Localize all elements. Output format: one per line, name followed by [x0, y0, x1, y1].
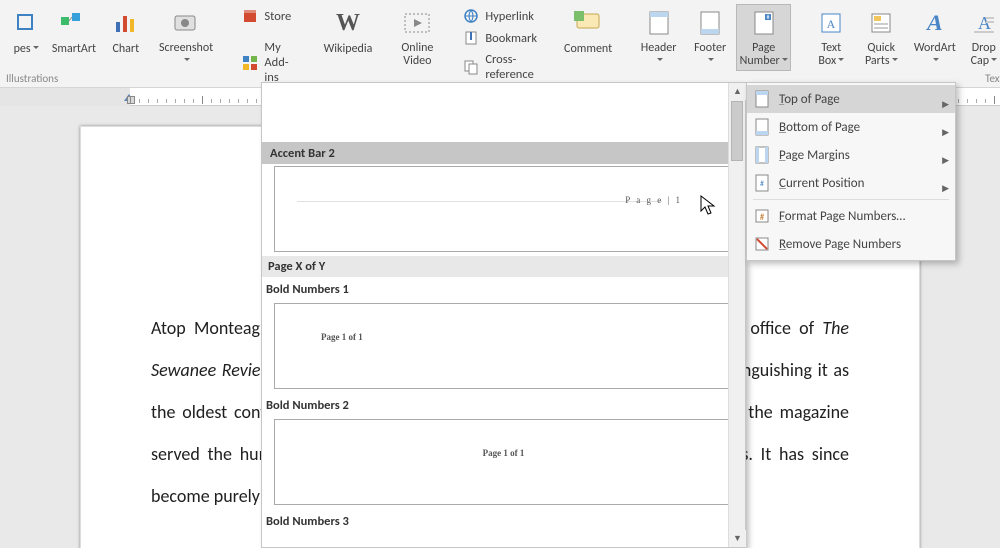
- page-top-icon: [753, 90, 771, 108]
- page-current-icon: #: [753, 174, 771, 192]
- gallery-sub-bold-numbers-3: Bold Numbers 3: [262, 509, 745, 533]
- page-bottom-icon: [753, 118, 771, 136]
- page-number-gallery[interactable]: Accent Bar 2 P a g e | 1 Page X of Y Bol…: [261, 82, 746, 548]
- gallery-item-accent-bar-2[interactable]: P a g e | 1: [274, 166, 733, 252]
- group-label-illustrations: Illustrations: [6, 72, 58, 85]
- page-margins-icon: [753, 146, 771, 164]
- wikipedia-button[interactable]: W Wikipedia: [319, 4, 378, 71]
- ribbon-group-addins: Store My Add-ins: [230, 0, 308, 87]
- remove-icon: [753, 235, 771, 253]
- menu-remove-page-numbers[interactable]: Remove Page Numbers: [747, 230, 955, 258]
- scroll-thumb[interactable]: [731, 101, 743, 161]
- gallery-category-accent-bar-2: Accent Bar 2: [262, 143, 745, 164]
- ribbon-group-comments: Comment: [553, 0, 623, 87]
- gallery-item-bold-numbers-2[interactable]: Page 1 of 1: [274, 419, 733, 505]
- svg-text:A: A: [827, 17, 836, 31]
- screenshot-button[interactable]: Screenshot: [152, 4, 221, 71]
- smartart-button[interactable]: SmartArt: [48, 4, 100, 71]
- gallery-item-bold-numbers-1[interactable]: Page 1 of 1: [274, 303, 733, 389]
- online-video-button[interactable]: Online Video: [393, 4, 441, 71]
- ribbon-group-media: Online Video: [387, 0, 447, 87]
- textbox-button[interactable]: A Text Box: [807, 4, 855, 71]
- ribbon: Illustrations pes SmartArt Chart Screens…: [0, 0, 1000, 88]
- page-number-menu: Top of Page Bottom of Page Page Margins …: [746, 82, 956, 261]
- shapes-button[interactable]: pes: [6, 4, 46, 71]
- svg-text:#: #: [766, 13, 769, 21]
- ribbon-group-links: Hyperlink Bookmark Cross-reference: [451, 0, 549, 87]
- chart-button[interactable]: Chart: [102, 4, 150, 71]
- scroll-down-arrow[interactable]: ▼: [729, 530, 746, 547]
- my-addins-button[interactable]: My Add-ins: [236, 38, 302, 87]
- scroll-up-arrow[interactable]: ▲: [729, 83, 746, 100]
- format-icon: #: [753, 207, 771, 225]
- store-button[interactable]: Store: [236, 6, 302, 26]
- ribbon-group-header-footer: Header Footer # Page Number: [627, 0, 797, 87]
- menu-bottom-of-page[interactable]: Bottom of Page: [747, 113, 955, 141]
- comment-button[interactable]: Comment: [559, 4, 617, 71]
- ribbon-group-text: Text A Text Box Quick Parts A WordArt A …: [801, 0, 1000, 87]
- ribbon-group-wikipedia: W Wikipedia: [313, 0, 384, 87]
- menu-current-position[interactable]: # Current Position: [747, 169, 955, 197]
- dropcap-button[interactable]: A Drop Cap: [964, 4, 1000, 71]
- page-number-button[interactable]: # Page Number: [736, 4, 791, 71]
- bookmark-button[interactable]: Bookmark: [457, 28, 543, 48]
- footer-button[interactable]: Footer: [686, 4, 734, 71]
- quick-parts-button[interactable]: Quick Parts: [857, 4, 905, 71]
- gallery-scrollbar[interactable]: ▲ ▼: [728, 83, 745, 547]
- wordart-button[interactable]: A WordArt: [907, 4, 962, 71]
- svg-text:#: #: [760, 212, 765, 223]
- svg-text:#: #: [760, 179, 764, 189]
- gallery-category-page-x-of-y: Page X of Y: [262, 256, 745, 277]
- gallery-sub-bold-numbers-2: Bold Numbers 2: [262, 393, 745, 417]
- gallery-sub-bold-numbers-1: Bold Numbers 1: [262, 277, 745, 301]
- hyperlink-button[interactable]: Hyperlink: [457, 6, 543, 26]
- cross-reference-button[interactable]: Cross-reference: [457, 50, 543, 84]
- group-label-text: Text: [985, 72, 1000, 85]
- menu-page-margins[interactable]: Page Margins: [747, 141, 955, 169]
- header-button[interactable]: Header: [633, 4, 684, 71]
- menu-top-of-page[interactable]: Top of Page: [747, 85, 955, 113]
- ribbon-group-illustrations: Illustrations pes SmartArt Chart Screens…: [0, 0, 226, 87]
- gallery-preview-prior[interactable]: [262, 83, 745, 143]
- menu-format-page-numbers[interactable]: # Format Page Numbers…: [747, 202, 955, 230]
